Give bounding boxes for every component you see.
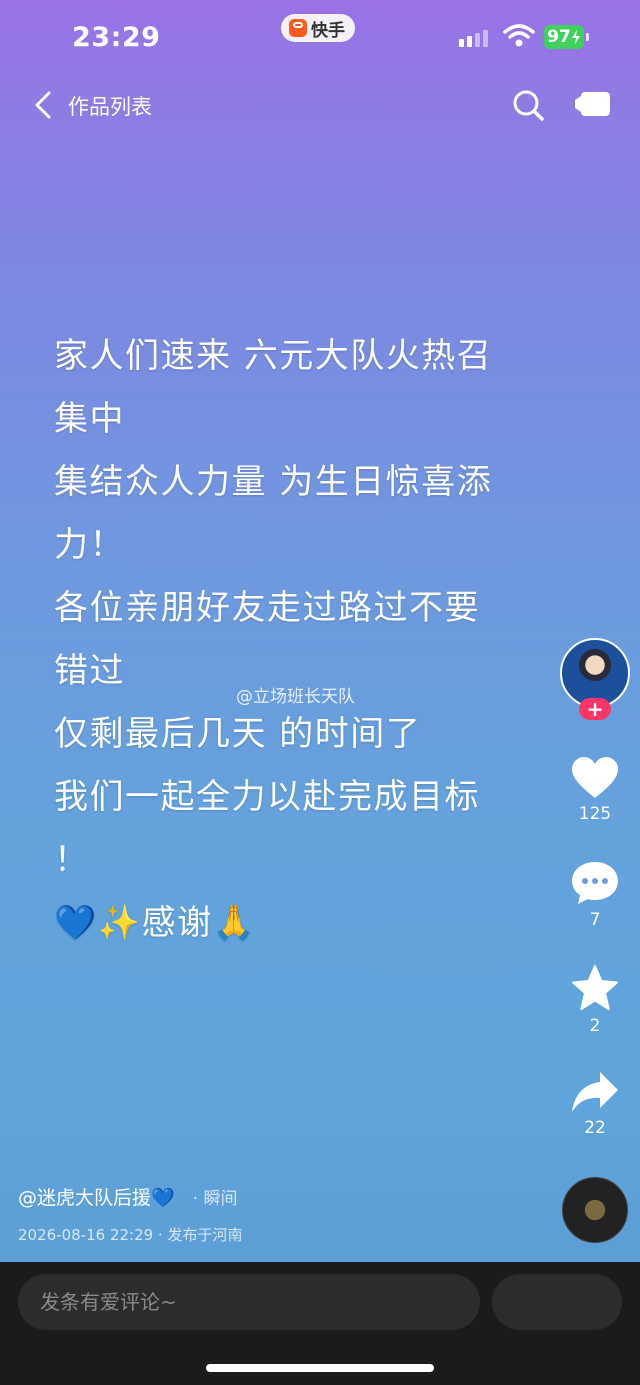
wifi-icon: [503, 24, 535, 47]
comment-input[interactable]: 发条有爱评论~: [18, 1274, 480, 1330]
heart-icon: [572, 757, 618, 798]
app-indicator-pill[interactable]: 快手: [281, 14, 355, 42]
back-button[interactable]: [28, 90, 58, 120]
screen-cast-icon[interactable]: [574, 90, 612, 118]
favorite-count: 2: [589, 1016, 601, 1036]
charging-bolt-icon: [571, 30, 580, 44]
battery-indicator: 97: [544, 25, 584, 49]
follow-button[interactable]: +: [579, 698, 611, 720]
author-avatar-button[interactable]: +: [560, 638, 630, 720]
nav-title[interactable]: 作品列表: [68, 91, 152, 121]
top-nav: 作品列表: [0, 78, 640, 132]
share-count: 22: [584, 1118, 606, 1138]
star-icon: [572, 965, 618, 1010]
like-count: 125: [578, 804, 612, 824]
favorite-button[interactable]: 2: [552, 964, 638, 1036]
chevron-left-icon: [35, 91, 51, 119]
app-name: 快手: [311, 20, 345, 41]
cellular-signal-icon: [459, 30, 488, 47]
battery-level: 97: [547, 27, 571, 47]
author-line: @迷虎大队后援💙 · 瞬间: [18, 1183, 237, 1210]
search-icon[interactable]: [510, 87, 546, 123]
send-button[interactable]: [492, 1274, 622, 1330]
status-bar: 23:29 快手 97: [0, 0, 640, 78]
moment-tag: · 瞬间: [192, 1189, 238, 1209]
music-disc-button[interactable]: [562, 1177, 628, 1243]
comment-count: 7: [589, 910, 601, 930]
status-time: 23:29: [72, 22, 161, 53]
share-icon: [572, 1072, 618, 1112]
kuaishou-logo-icon: [289, 19, 307, 37]
share-button[interactable]: 22: [552, 1070, 638, 1138]
watermark: @立场班长天队: [236, 687, 355, 707]
post-caption: 家人们速来 六元大队火热召 集中 集结众人力量 为生日惊喜添 力！ 各位亲朋好友…: [54, 336, 493, 943]
battery-tip: [586, 33, 589, 41]
comment-icon: [572, 862, 618, 904]
like-button[interactable]: 125: [552, 756, 638, 824]
home-indicator[interactable]: [206, 1364, 434, 1372]
publish-date-location: 2026-08-16 22:29 · 发布于河南: [18, 1226, 243, 1244]
comment-button[interactable]: 7: [552, 860, 638, 930]
author-handle[interactable]: @迷虎大队后援💙: [18, 1187, 175, 1209]
